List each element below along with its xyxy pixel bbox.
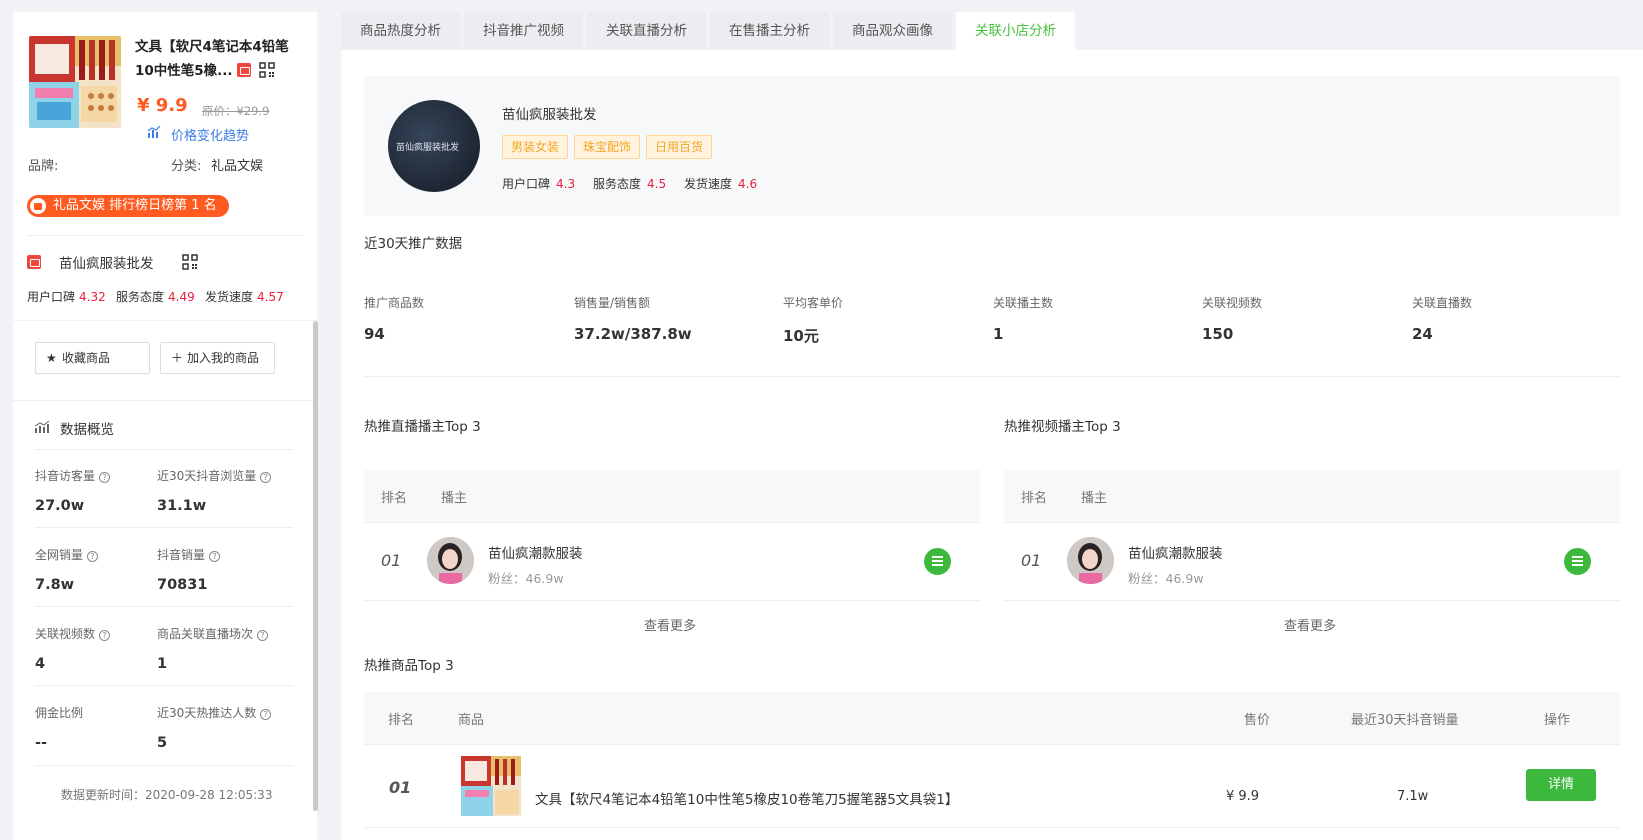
product-sidebar: 文具【软尺4笔记本4铅笔10中性笔5橡... ¥ 9.9 原价：¥29.9 价格… <box>13 12 318 840</box>
score-delivery: 发货速度 4.6 <box>684 177 758 191</box>
divider <box>35 449 293 450</box>
divider <box>35 765 293 766</box>
product-info-card: 文具【软尺4笔记本4铅笔10中性笔5橡... ¥ 9.9 原价：¥29.9 价格… <box>13 12 317 320</box>
product-row-name[interactable]: 文具【软尺4笔记本4铅笔10中性笔5橡皮10卷笔刀5握笔器5文具袋1】 <box>535 788 958 808</box>
list-icon[interactable] <box>1564 548 1591 575</box>
shop-avatar[interactable] <box>388 100 480 192</box>
tab-shop-analysis[interactable]: 关联小店分析 <box>956 12 1075 50</box>
divider <box>364 827 1620 828</box>
star-icon: ★ <box>46 351 57 365</box>
update-time: 数据更新时间：2020-09-28 12:05:33 <box>61 788 273 802</box>
stat-douyin-visitors: 抖音访客量? 27.0w <box>35 467 155 514</box>
data-overview-card: ★ 收藏商品 ＋加入我的商品 数据概览 抖音访客量? 27.0w 近30天抖音浏览量… <box>13 321 317 840</box>
divider <box>35 606 293 607</box>
anchor-avatar[interactable] <box>427 537 474 584</box>
divider <box>364 376 1620 377</box>
shop-card: 苗仙疯服装批发 男装女装 珠宝配饰 日用百货 用户口碑4.3 服务态度4.5 发… <box>364 76 1620 216</box>
product-title[interactable]: 文具【软尺4笔记本4铅笔10中性笔5橡... <box>135 35 305 86</box>
shop-icon <box>27 255 41 269</box>
list-icon[interactable] <box>924 548 951 575</box>
video-more-link[interactable]: 查看更多 <box>1284 615 1336 634</box>
help-icon[interactable]: ? <box>87 551 99 562</box>
stat-douyin-sales: 抖音销量? 70831 <box>157 546 277 593</box>
anchor-row[interactable]: 01 苗仙疯潮款服装 粉丝：46.9w <box>364 522 980 600</box>
live-more-link[interactable]: 查看更多 <box>644 615 696 634</box>
tab-product-heat[interactable]: 商品热度分析 <box>341 12 460 50</box>
tab-live-analysis[interactable]: 关联直播分析 <box>587 12 706 50</box>
score-reputation: 用户口碑 4.3 <box>502 177 576 191</box>
live-top-header: 排名 播主 <box>364 470 980 522</box>
divider <box>27 235 303 236</box>
video-top-title: 热推视频播主Top 3 <box>1004 419 1121 435</box>
help-icon[interactable]: ? <box>99 630 111 641</box>
metric-promo-products: 推广商品数 94 <box>364 296 425 343</box>
metric-videos: 关联视频数 150 <box>1202 296 1263 343</box>
stat-30d-influencers: 近30天热推达人数? 5 <box>157 704 277 751</box>
stat-total-sales: 全网销量? 7.8w <box>35 546 155 593</box>
anchor-row[interactable]: 01 苗仙疯潮款服装 粉丝：46.9w <box>1004 522 1620 600</box>
product-row-thumbnail[interactable] <box>461 756 521 816</box>
add-to-my-products-button[interactable]: ＋加入我的商品 <box>160 342 275 374</box>
divider <box>364 600 980 601</box>
help-icon[interactable]: ? <box>257 630 269 641</box>
shop-tag: 日用百货 <box>646 135 713 159</box>
original-price: 原价：¥29.9 <box>202 104 270 118</box>
qrcode-icon[interactable] <box>182 254 198 274</box>
category-value[interactable]: 礼品文娱 <box>211 155 263 174</box>
rank-badge[interactable]: 礼品文娱 排行榜日榜第 1 名 <box>27 195 229 217</box>
favorite-button[interactable]: ★ 收藏商品 <box>35 342 150 374</box>
divider <box>13 400 317 401</box>
stat-related-lives: 商品关联直播场次? 1 <box>157 625 277 672</box>
chart-icon <box>35 421 50 433</box>
stat-related-videos: 关联视频数? 4 <box>35 625 155 672</box>
help-icon[interactable]: ? <box>260 472 272 483</box>
product-price: ¥ 9.9 <box>137 95 188 116</box>
divider <box>1004 600 1620 601</box>
help-icon[interactable]: ? <box>99 472 111 483</box>
product-row-sales: 7.1w <box>1397 789 1429 804</box>
shopping-bag-icon <box>30 198 46 214</box>
video-top-header: 排名 播主 <box>1004 470 1620 522</box>
metric-avg-price: 平均客单价 10元 <box>783 296 844 345</box>
product-row-price: ¥ 9.9 <box>1226 789 1260 804</box>
product-thumbnail[interactable] <box>29 36 121 128</box>
trend-chart-icon <box>147 125 161 138</box>
tab-douyin-videos[interactable]: 抖音推广视频 <box>464 12 583 50</box>
help-icon[interactable]: ? <box>260 709 272 720</box>
shop-tag: 珠宝配饰 <box>574 135 641 159</box>
shop-icon <box>236 63 251 77</box>
tab-anchor-analysis[interactable]: 在售播主分析 <box>710 12 829 50</box>
stat-30d-views: 近30天抖音浏览量? 31.1w <box>157 467 277 514</box>
divider <box>35 685 293 686</box>
live-top-title: 热推直播播主Top 3 <box>364 419 481 435</box>
detail-button[interactable]: 详情 <box>1526 769 1596 801</box>
tab-audience-profile[interactable]: 商品观众画像 <box>833 12 952 50</box>
anchor-avatar[interactable] <box>1067 537 1114 584</box>
score-reputation: 用户口碑 4.32 <box>27 290 106 304</box>
plus-icon: ＋ <box>171 351 184 365</box>
stat-commission: 佣金比例 -- <box>35 706 84 751</box>
product-top-header: 排名 商品 售价 最近30天抖音销量 操作 <box>364 692 1620 744</box>
shop-analysis-panel: 苗仙疯服装批发 男装女装 珠宝配饰 日用百货 用户口碑4.3 服务态度4.5 发… <box>341 50 1643 840</box>
shop-name[interactable]: 苗仙疯服装批发 <box>502 103 597 123</box>
qrcode-icon[interactable] <box>258 62 275 86</box>
metric-lives: 关联直播数 24 <box>1412 296 1473 343</box>
help-icon[interactable]: ? <box>209 551 221 562</box>
score-delivery: 发货速度 4.57 <box>205 290 284 304</box>
metric-sales: 销售量/销售额 37.2w/387.8w <box>574 296 692 343</box>
divider <box>364 744 1620 745</box>
divider <box>35 527 293 528</box>
metric-anchors: 关联播主数 1 <box>993 296 1054 343</box>
promo-section-title: 近30天推广数据 <box>364 236 463 252</box>
score-service: 服务态度 4.49 <box>116 290 195 304</box>
score-service: 服务态度 4.5 <box>593 177 667 191</box>
sidebar-scrollbar[interactable] <box>313 321 318 811</box>
brand-label: 品牌: <box>28 159 59 174</box>
shop-tag: 男装女装 <box>502 135 569 159</box>
product-top-title: 热推商品Top 3 <box>364 658 454 674</box>
category-label: 分类: <box>171 159 202 174</box>
